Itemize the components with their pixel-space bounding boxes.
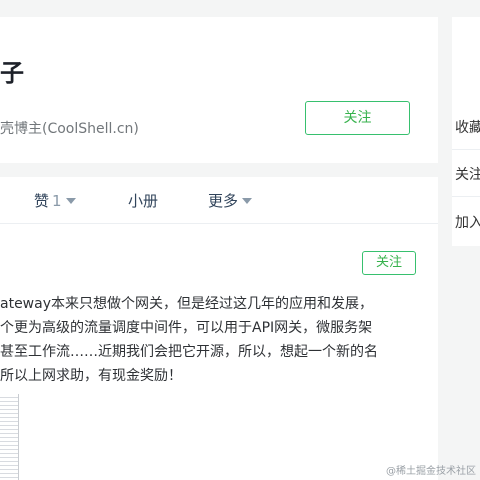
- sidebar-stats-card: 收藏 关注 加入: [452, 91, 480, 246]
- sidebar-top-card: [452, 17, 480, 91]
- follow-button[interactable]: 关注: [305, 101, 410, 135]
- post-text-line: 甚至工作流……近期我们会把它开源，所以，想起一个新的名: [0, 344, 378, 360]
- divider: [452, 149, 480, 150]
- caret-down-icon: [65, 197, 76, 204]
- sidebar-item-following[interactable]: 关注: [455, 164, 480, 184]
- profile-description: 壳博主(CoolShell.cn): [0, 121, 139, 137]
- post-follow-button[interactable]: 关注: [362, 251, 416, 275]
- post-text-line: 所以上网求助，有现金奖励！: [0, 368, 182, 384]
- divider: [452, 196, 480, 197]
- sidebar-item-favorites[interactable]: 收藏: [455, 117, 480, 137]
- tab-likes-count: 1: [52, 192, 62, 210]
- post-text-line: ateway本来只想做个网关，但是经过这几年的应用和发展，: [0, 296, 373, 312]
- tab-likes-label: 赞: [34, 192, 50, 210]
- post-card: 关注 ateway本来只想做个网关，但是经过这几年的应用和发展， 个更为高级的流…: [0, 224, 438, 480]
- tab-booklets[interactable]: 小册: [128, 190, 158, 211]
- caret-down-icon: [242, 197, 253, 204]
- tab-more[interactable]: 更多: [208, 190, 253, 211]
- post-image-thumbnail[interactable]: [0, 394, 19, 480]
- profile-tab-bar: 赞1 小册 更多: [0, 177, 438, 224]
- profile-card: 子 壳博主(CoolShell.cn) 关注: [0, 17, 438, 163]
- post-text-line: 个更为高级的流量调度中间件，可以用于API网关，微服务架: [0, 320, 373, 336]
- tab-more-label: 更多: [208, 192, 239, 210]
- watermark: @稀土掘金技术社区: [386, 466, 476, 477]
- sidebar-item-joined[interactable]: 加入: [455, 212, 480, 232]
- tab-booklets-label: 小册: [128, 192, 159, 210]
- tab-likes[interactable]: 赞1: [34, 190, 76, 211]
- profile-name: 子: [0, 59, 24, 87]
